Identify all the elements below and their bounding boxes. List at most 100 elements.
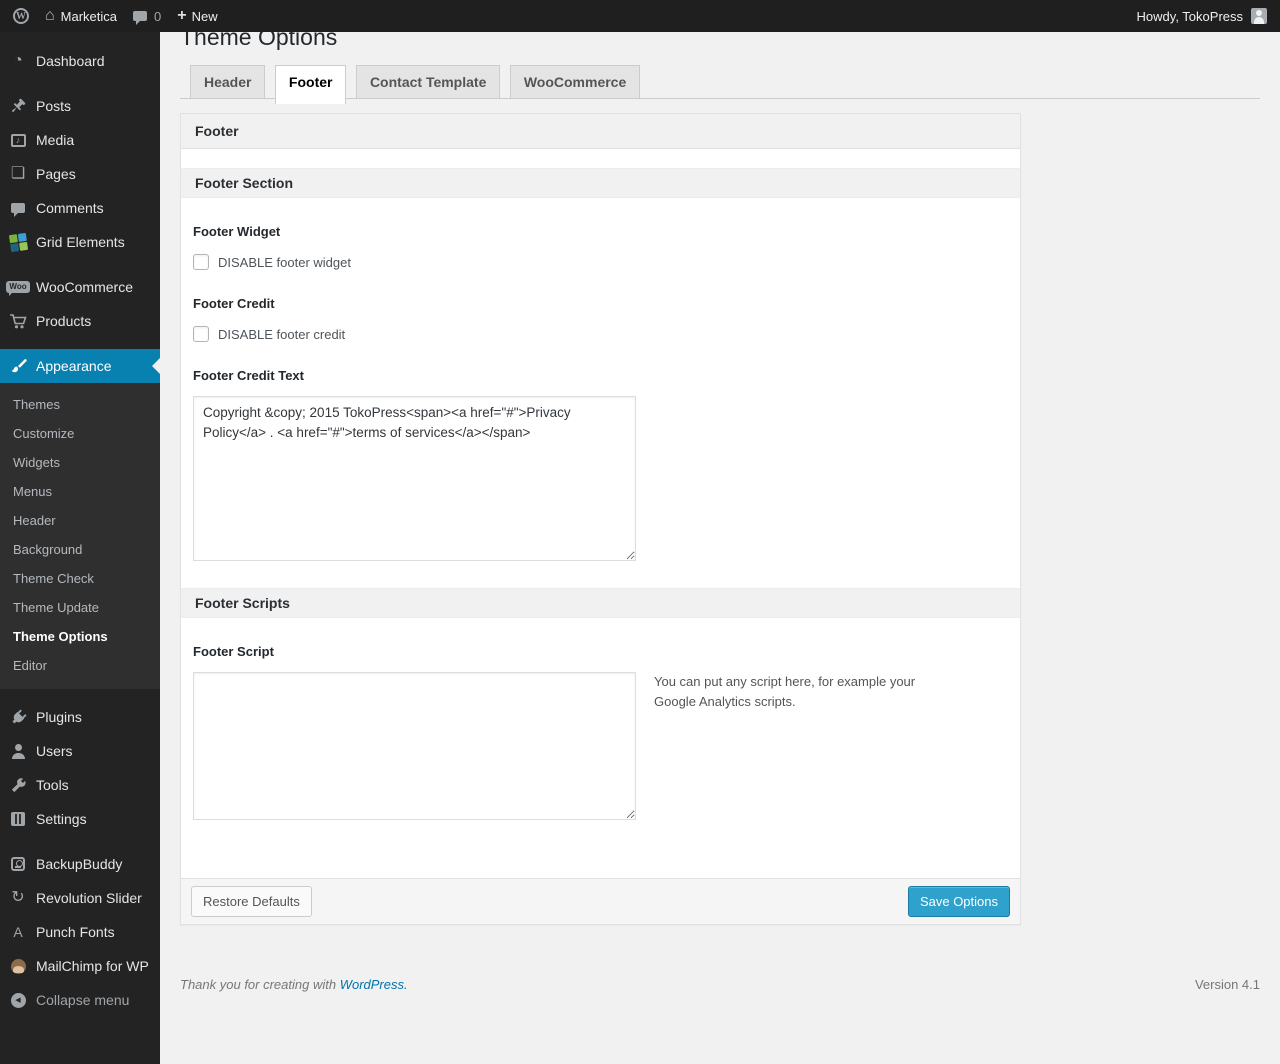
sidebar-item-appearance[interactable]: Appearance [0, 349, 160, 383]
collapse-arrow-icon: ◀ [8, 990, 28, 1010]
sidebar-item-label: Settings [36, 811, 87, 827]
pushpin-icon [8, 96, 28, 116]
submenu-item-themes[interactable]: Themes [0, 390, 160, 419]
sidebar-item-label: WooCommerce [36, 279, 133, 295]
plus-icon: + [177, 7, 187, 24]
menu-separator [0, 689, 160, 700]
account-menu[interactable]: Howdy, TokoPress [1137, 8, 1267, 24]
sidebar-item-label: Collapse menu [36, 992, 130, 1008]
wordpress-link[interactable]: WordPress. [340, 977, 408, 992]
refresh-icon: ↻ [11, 889, 25, 906]
sidebar-item-label: MailChimp for WP [36, 958, 149, 974]
sidebar-item-revolution-slider[interactable]: ↻ Revolution Slider [0, 881, 160, 915]
footer-credit-label: Footer Credit [193, 296, 275, 311]
tab-bar: Header Footer Contact Template WooCommer… [180, 65, 1260, 104]
sidebar-item-users[interactable]: Users [0, 734, 160, 768]
comment-bubble-icon [133, 11, 148, 25]
wordpress-menu[interactable]: W [13, 0, 29, 32]
footer-widget-checkbox[interactable] [193, 254, 209, 270]
sidebar-item-grid-elements[interactable]: Grid Elements [0, 225, 160, 259]
footer-widget-checkbox-label: DISABLE footer widget [218, 254, 351, 270]
footer-script-row: You can put any script here, for example… [193, 672, 1006, 820]
menu-separator [0, 836, 160, 847]
admin-sidebar: ◔ Dashboard Posts ♪ Media ❏ Pages Commen… [0, 32, 160, 1064]
sidebar-item-products[interactable]: Products [0, 304, 160, 338]
footer-thanks-text: Thank you for creating with [180, 977, 337, 992]
sidebar-item-punch-fonts[interactable]: A Punch Fonts [0, 915, 160, 949]
restore-defaults-button[interactable]: Restore Defaults [191, 886, 312, 917]
sidebar-item-label: Appearance [36, 358, 112, 374]
tab-woocommerce[interactable]: WooCommerce [509, 65, 641, 98]
submenu-item-theme-update[interactable]: Theme Update [0, 593, 160, 622]
pages-icon: ❏ [10, 165, 26, 182]
tab-footer[interactable]: Footer [274, 65, 347, 104]
menu-separator [0, 338, 160, 349]
footer-script-input[interactable] [193, 672, 636, 820]
footer-script-label: Footer Script [193, 644, 274, 659]
tab-contact-template[interactable]: Contact Template [355, 65, 501, 98]
plug-icon [8, 707, 28, 727]
tab-header[interactable]: Header [190, 65, 266, 98]
submenu-item-menus[interactable]: Menus [0, 477, 160, 506]
sidebar-item-pages[interactable]: ❏ Pages [0, 157, 160, 191]
footer-widget-label: Footer Widget [193, 224, 281, 239]
sidebar-item-label: BackupBuddy [36, 856, 123, 872]
sidebar-item-label: Media [36, 132, 75, 148]
sidebar-item-label: Pages [36, 166, 76, 182]
footer-credit-text-input[interactable]: Copyright &copy; 2015 TokoPress<span><a … [193, 396, 636, 561]
comments-count: 0 [154, 8, 162, 24]
panel-gap [181, 149, 1020, 168]
submenu-item-background[interactable]: Background [0, 535, 160, 564]
submenu-item-editor[interactable]: Editor [0, 651, 160, 680]
footer-script-description: You can put any script here, for example… [654, 674, 916, 710]
sidebar-item-backupbuddy[interactable]: BackupBuddy [0, 847, 160, 881]
submenu-item-customize[interactable]: Customize [0, 419, 160, 448]
grid-elements-icon [8, 232, 28, 252]
footer-scripts-body: Footer Script You can put any script her… [181, 644, 1020, 878]
wordpress-logo-icon: W [13, 8, 29, 24]
new-content-menu[interactable]: + New [177, 0, 217, 32]
sidebar-item-label: Comments [36, 200, 104, 216]
sidebar-item-plugins[interactable]: Plugins [0, 700, 160, 734]
menu-separator [0, 78, 160, 89]
submenu-item-theme-options[interactable]: Theme Options [0, 622, 160, 651]
comment-bubble-icon [8, 198, 28, 218]
sidebar-item-tools[interactable]: Tools [0, 768, 160, 802]
sidebar-item-label: Plugins [36, 709, 82, 725]
save-options-button[interactable]: Save Options [907, 886, 1010, 917]
woocommerce-badge-icon: Woo [6, 277, 30, 297]
appearance-submenu: Themes Customize Widgets Menus Header Ba… [0, 383, 160, 689]
panel-header: Footer [181, 114, 1020, 149]
sidebar-item-label: Grid Elements [36, 234, 125, 250]
comments-shortcut[interactable]: 0 [133, 0, 161, 32]
howdy-text: Howdy, TokoPress [1136, 8, 1243, 24]
footer-section-body: Footer Widget DISABLE footer widget Foot… [181, 224, 1020, 588]
sidebar-item-comments[interactable]: Comments [0, 191, 160, 225]
sidebar-item-media[interactable]: ♪ Media [0, 123, 160, 157]
sidebar-item-dashboard[interactable]: ◔ Dashboard [0, 44, 160, 78]
footer-thanks: Thank you for creating with WordPress. [180, 977, 408, 992]
sidebar-item-posts[interactable]: Posts [0, 89, 160, 123]
sidebar-item-collapse-menu[interactable]: ◀ Collapse menu [0, 983, 160, 1017]
monkey-icon [8, 956, 28, 976]
sidebar-item-label: Punch Fonts [36, 924, 115, 940]
sidebar-item-settings[interactable]: Settings [0, 802, 160, 836]
sidebar-item-label: Products [36, 313, 92, 329]
admin-bar: W ⌂ Marketica 0 + New Howdy, TokoPress [0, 0, 1280, 32]
site-link[interactable]: ⌂ Marketica [45, 0, 117, 32]
user-avatar [1251, 8, 1267, 24]
section-bar-footer-scripts: Footer Scripts [181, 588, 1020, 618]
footer-credit-checkbox[interactable] [193, 326, 209, 342]
footer-credit-checkbox-label: DISABLE footer credit [218, 326, 346, 342]
wrench-icon [8, 775, 28, 795]
sidebar-item-mailchimp[interactable]: MailChimp for WP [0, 949, 160, 983]
submenu-item-header[interactable]: Header [0, 506, 160, 535]
dashboard-icon: ◔ [13, 52, 23, 69]
sidebar-item-woocommerce[interactable]: Woo WooCommerce [0, 270, 160, 304]
submenu-item-widgets[interactable]: Widgets [0, 448, 160, 477]
submenu-item-theme-check[interactable]: Theme Check [0, 564, 160, 593]
footer-credit-text-label: Footer Credit Text [193, 368, 304, 383]
sidebar-item-label: Dashboard [36, 53, 105, 69]
menu-separator [0, 259, 160, 270]
main-content: Theme Options Header Footer Contact Temp… [160, 0, 1280, 992]
